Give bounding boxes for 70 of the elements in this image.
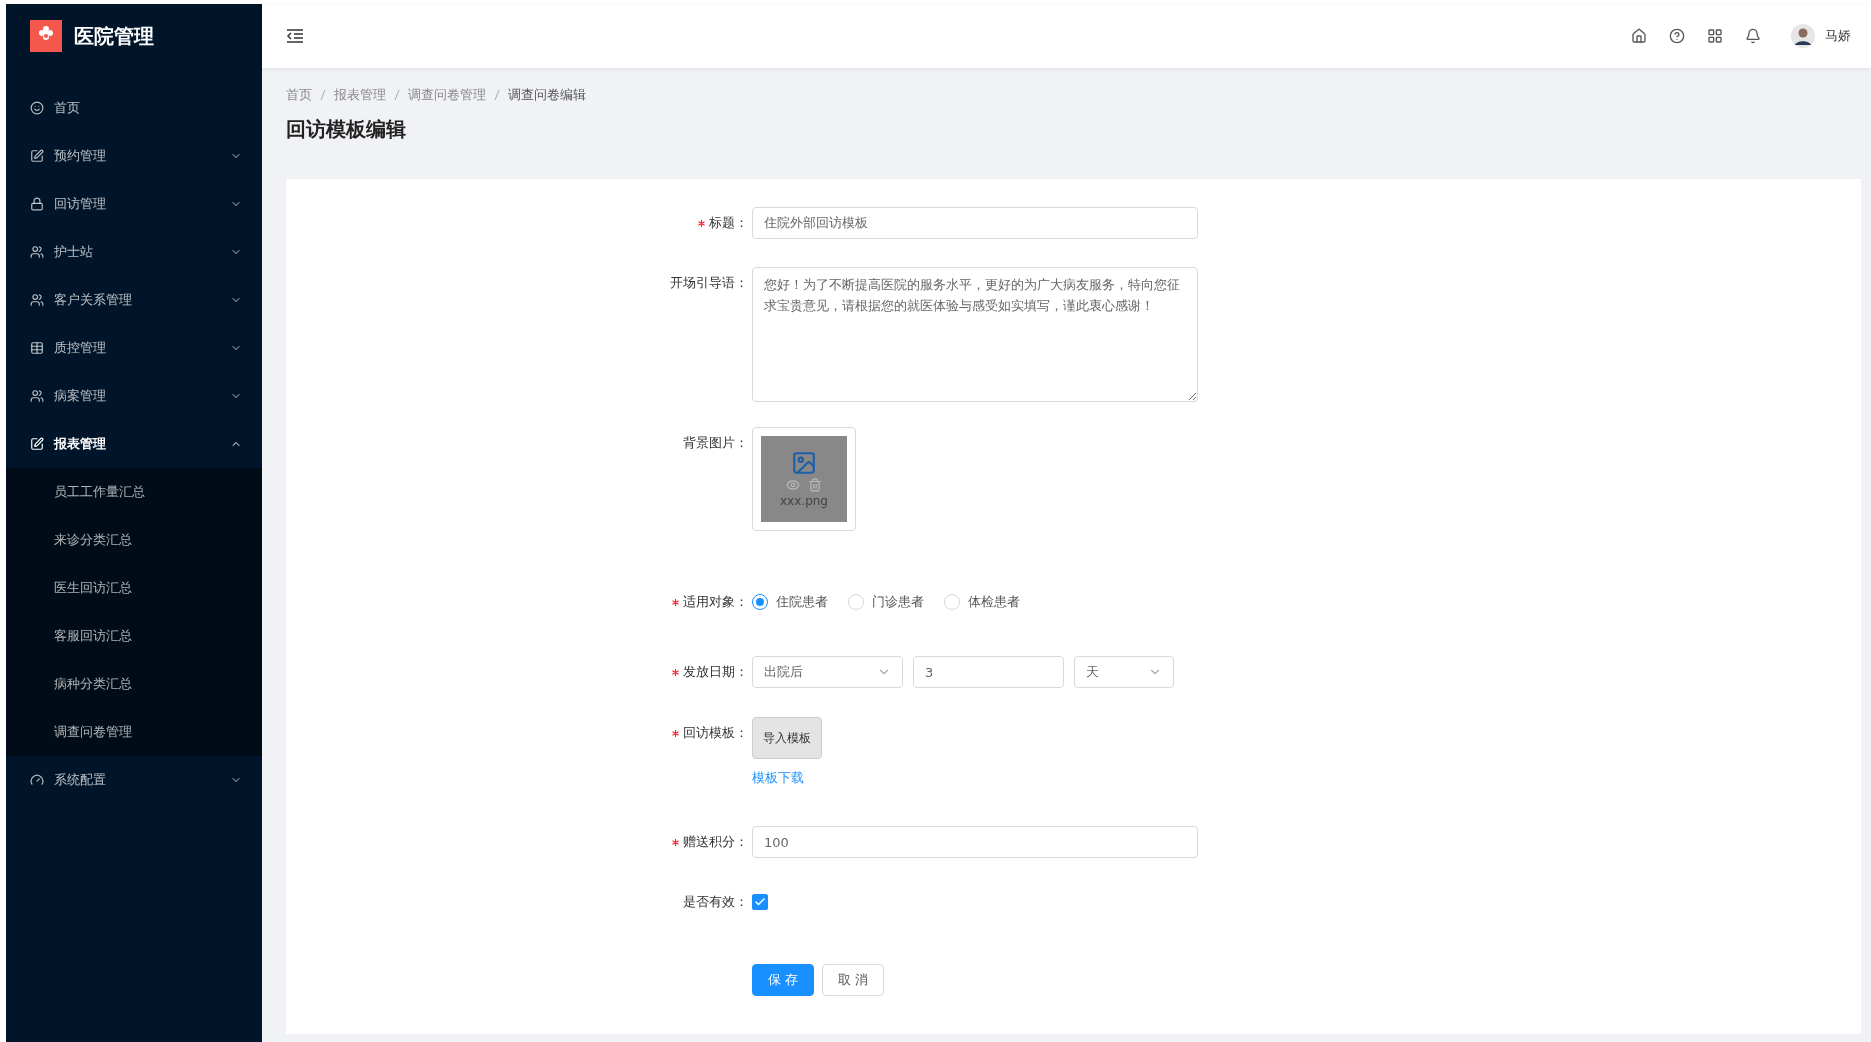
table-icon <box>30 341 44 355</box>
users-icon <box>30 389 44 403</box>
submenu-item[interactable]: 病种分类汇总 <box>6 660 262 708</box>
smile-icon <box>30 101 44 115</box>
select-value: 出院后 <box>764 663 803 681</box>
gauge-icon <box>30 773 44 787</box>
image-icon <box>791 450 817 476</box>
checkbox[interactable] <box>752 894 768 910</box>
menu-item[interactable]: 预约管理 <box>6 132 262 180</box>
users-icon <box>30 293 44 307</box>
text-input[interactable]: 住院外部回访模板 <box>752 207 1198 239</box>
menu-item[interactable]: 病案管理 <box>6 372 262 420</box>
lock-icon <box>30 197 44 211</box>
breadcrumb-separator-icon <box>320 89 326 101</box>
import-button[interactable]: 导入模板 <box>752 717 822 759</box>
menu-item[interactable]: 质控管理 <box>6 324 262 372</box>
required-mark-icon <box>672 838 679 846</box>
avatar[interactable] <box>1791 24 1815 48</box>
submenu-item[interactable]: 调查问卷管理 <box>6 708 262 756</box>
field-label: 开场引导语： <box>670 274 748 292</box>
required-mark-icon <box>672 729 679 737</box>
edit-icon <box>30 149 44 163</box>
field-label: 标题： <box>709 214 748 232</box>
radio-label: 住院患者 <box>776 593 828 611</box>
cancel-button[interactable]: 取 消 <box>822 964 885 996</box>
submenu-item[interactable]: 客服回访汇总 <box>6 612 262 660</box>
select-field[interactable]: 天 <box>1074 656 1174 688</box>
select-field[interactable]: 出院后 <box>752 656 903 688</box>
edit-icon <box>30 437 44 451</box>
grid-icon[interactable] <box>1707 28 1723 44</box>
field-label: 是否有效： <box>683 893 748 911</box>
menu-item[interactable]: 客户关系管理 <box>6 276 262 324</box>
radio-option[interactable]: 体检患者 <box>944 593 1020 611</box>
menu-item[interactable]: 首页 <box>6 84 262 132</box>
breadcrumb-separator-icon <box>394 89 400 101</box>
menu-item[interactable]: 报表管理 <box>6 420 262 468</box>
text-input[interactable]: 100 <box>752 826 1198 858</box>
required-mark-icon <box>698 219 705 227</box>
file-name: xxx.png <box>780 494 828 508</box>
required-mark-icon <box>672 668 679 676</box>
submenu-item[interactable]: 员工工作量汇总 <box>6 468 262 516</box>
menu-item[interactable]: 护士站 <box>6 228 262 276</box>
check-icon <box>754 896 766 908</box>
field-label: 发放日期： <box>683 663 748 681</box>
submenu-item[interactable]: 来诊分类汇总 <box>6 516 262 564</box>
page-title: 回访模板编辑 <box>286 116 407 143</box>
user-name[interactable]: 马娇 <box>1825 27 1851 45</box>
breadcrumb-separator-icon <box>494 89 500 101</box>
help-icon[interactable] <box>1669 28 1685 44</box>
radio-label: 体检患者 <box>968 593 1020 611</box>
app-title: 医院管理 <box>74 22 154 50</box>
notification-icon[interactable] <box>1745 28 1761 44</box>
select-value: 天 <box>1086 663 1099 681</box>
collapse-menu-icon[interactable] <box>286 28 304 44</box>
field-label: 适用对象： <box>683 593 748 611</box>
number-input[interactable]: 3 <box>913 656 1064 688</box>
field-label: 回访模板： <box>683 724 748 742</box>
menu-item[interactable]: 系统配置 <box>6 756 262 804</box>
field-label: 背景图片： <box>683 434 748 452</box>
logo-icon <box>30 20 62 52</box>
users-icon <box>30 245 44 259</box>
required-mark-icon <box>672 598 679 606</box>
textarea-input[interactable]: 您好！为了不断提高医院的服务水平，更好的为广大病友服务，特向您征求宝贵意见，请根据您的就医体验与感受如实填写，谨此衷心感谢！ <box>752 267 1198 402</box>
submenu-item[interactable]: 医生回访汇总 <box>6 564 262 612</box>
field-label: 赠送积分： <box>683 833 748 851</box>
menu-item[interactable]: 回访管理 <box>6 180 262 228</box>
radio-option[interactable]: 门诊患者 <box>848 593 924 611</box>
radio-label: 门诊患者 <box>872 593 924 611</box>
home-icon[interactable] <box>1631 28 1647 44</box>
radio-option[interactable]: 住院患者 <box>752 593 828 611</box>
